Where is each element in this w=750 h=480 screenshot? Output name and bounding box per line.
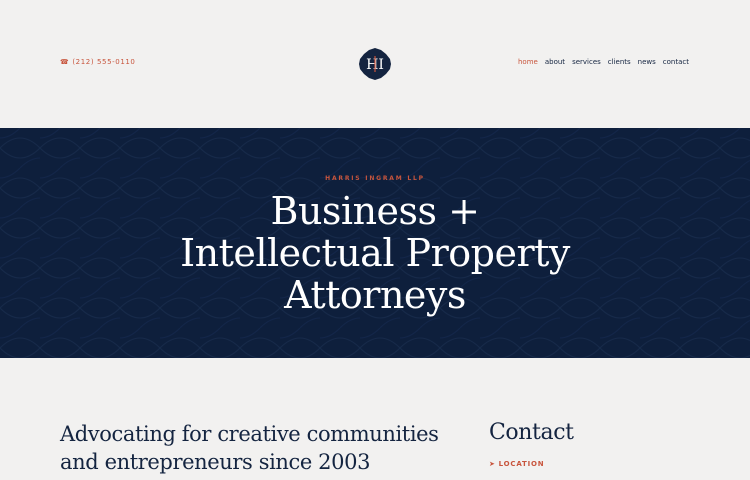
logo[interactable]: HI [359, 48, 391, 80]
contact-heading: Contact [489, 420, 574, 445]
hero-title-line: Business + [270, 189, 480, 233]
hero-title-line: Intellectual Property [180, 231, 570, 275]
tagline: Advocating for creative communities and … [60, 420, 439, 476]
hero-banner: HARRIS INGRAM LLP Business + Intellectua… [0, 128, 750, 358]
hero-title-line: Attorneys [284, 273, 466, 317]
phone-link[interactable]: ☎ (212) 555-0110 [60, 58, 135, 66]
phone-icon: ☎ [60, 58, 70, 66]
hero-title: Business + Intellectual Property Attorne… [0, 190, 750, 316]
intro-section: Advocating for creative communities and … [0, 358, 750, 480]
firm-name: HARRIS INGRAM LLP [325, 175, 425, 182]
nav-home[interactable]: home [518, 58, 538, 66]
phone-number: (212) 555-0110 [72, 58, 136, 66]
site-header: ☎ (212) 555-0110 HI home about services c… [0, 0, 750, 128]
nav-services[interactable]: services [572, 58, 601, 66]
tagline-line: Advocating for creative communities [60, 422, 439, 446]
logo-mark: HI [359, 48, 391, 80]
location-label: LOCATION [498, 460, 545, 468]
nav-contact[interactable]: contact [663, 58, 689, 66]
location-toggle[interactable]: ➤ LOCATION [489, 460, 544, 468]
nav-about[interactable]: about [545, 58, 565, 66]
arrow-right-icon: ➤ [489, 460, 496, 468]
nav-clients[interactable]: clients [608, 58, 631, 66]
nav-news[interactable]: news [638, 58, 656, 66]
tagline-line: and entrepreneurs since 2003 [60, 450, 371, 474]
main-nav: home about services clients news contact [518, 58, 689, 66]
